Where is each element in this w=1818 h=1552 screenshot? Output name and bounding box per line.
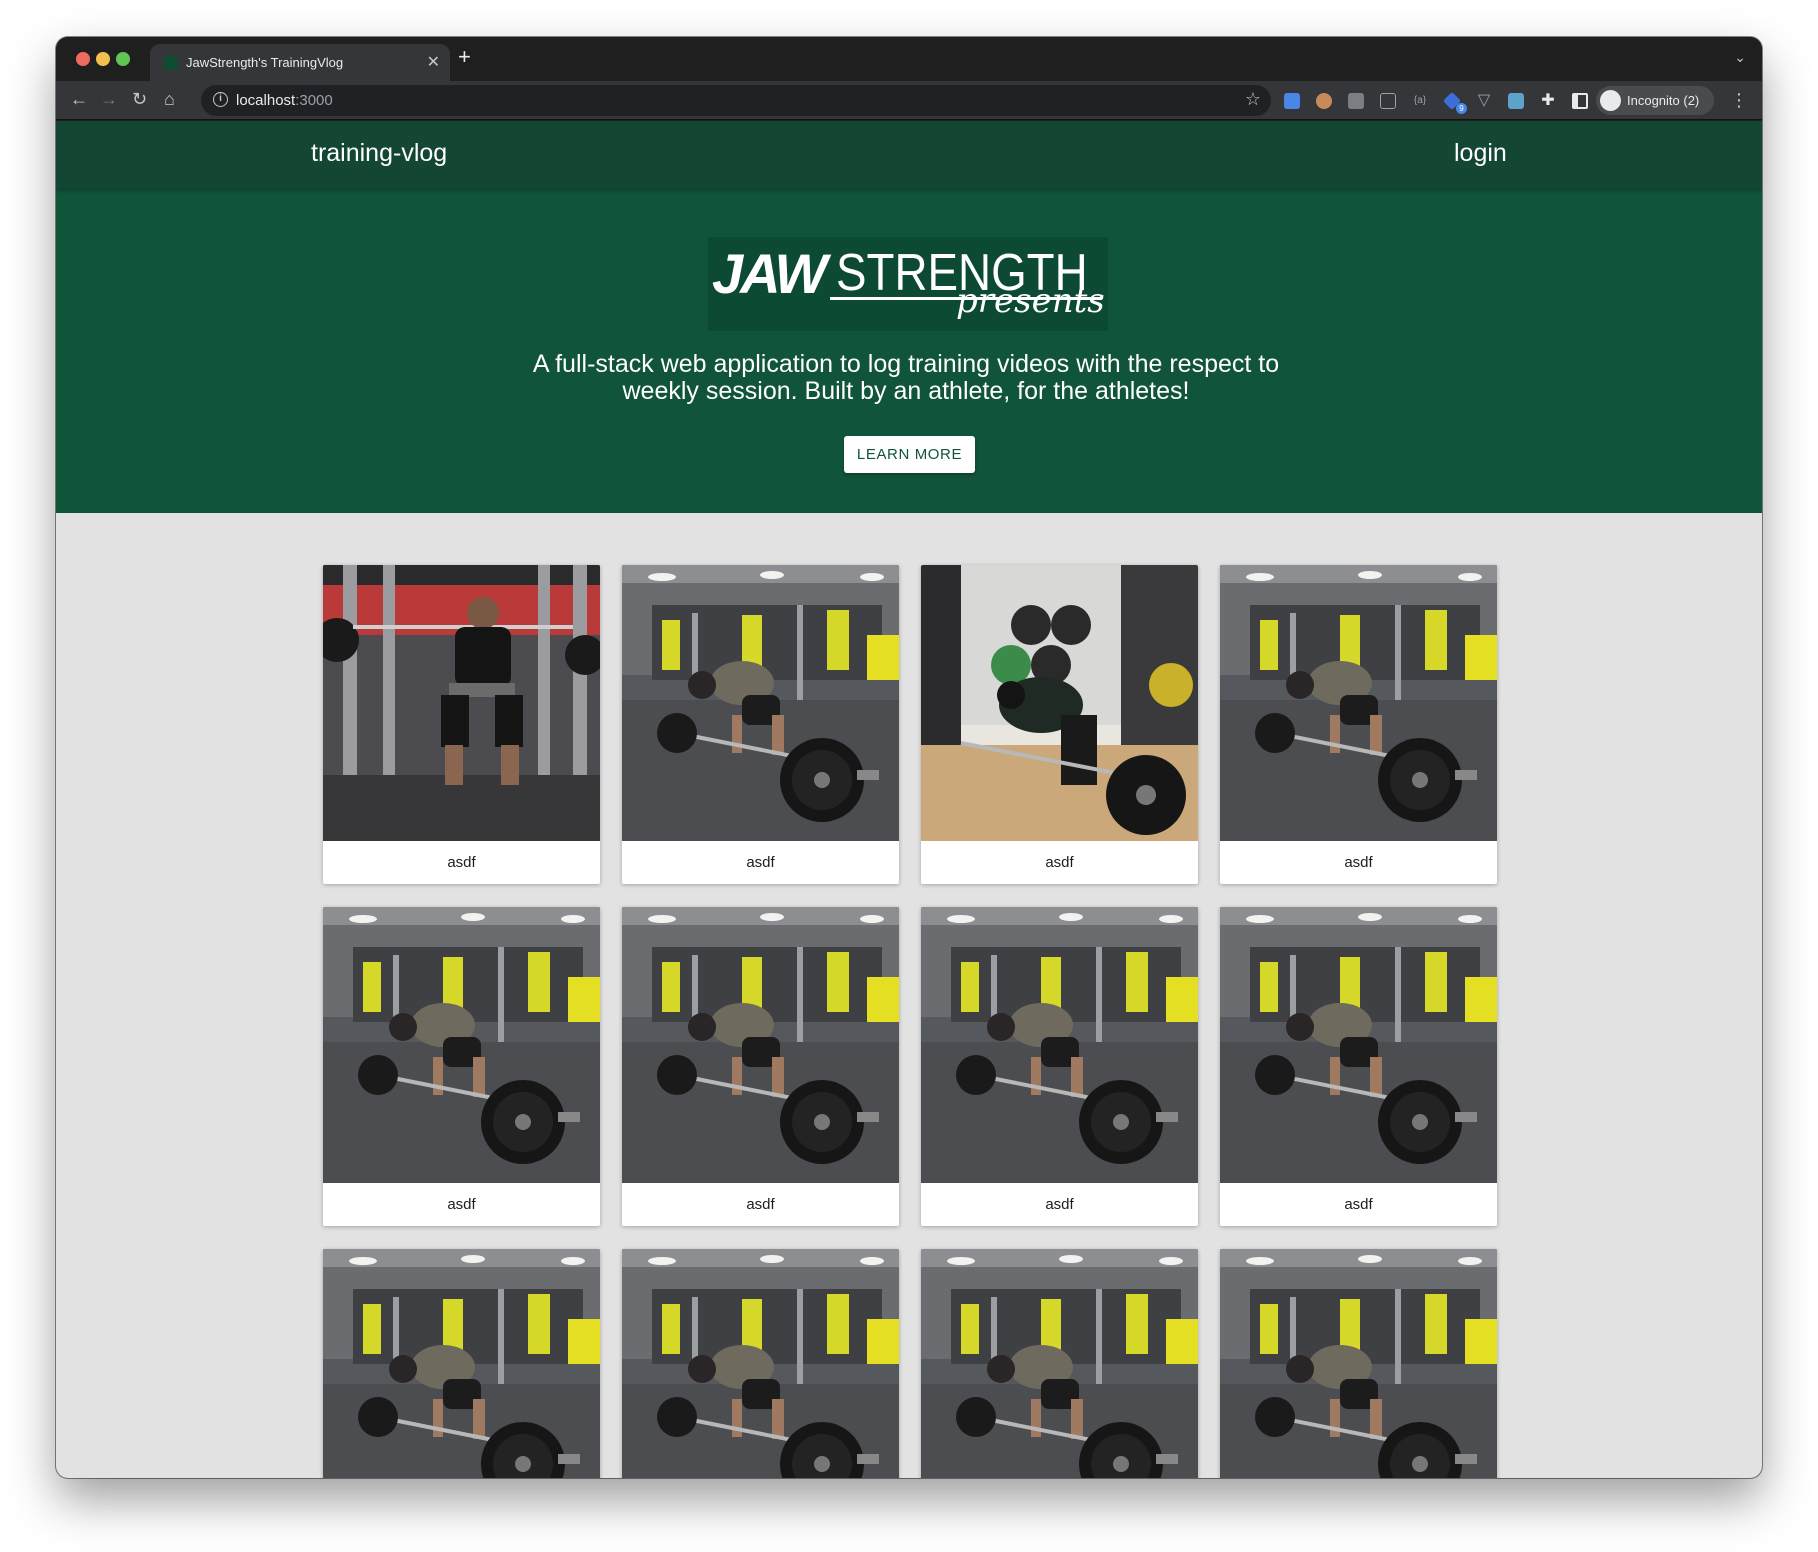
bookmark-star-icon[interactable]: ☆ [1245,89,1261,110]
video-card[interactable]: asdf [1220,907,1497,1226]
video-thumbnail[interactable] [323,1249,600,1478]
url-text: localhost:3000 [236,92,333,109]
close-window-button[interactable] [76,52,90,66]
brand-link[interactable]: training-vlog [311,139,447,168]
video-card[interactable]: asdf [622,565,899,884]
profile-label: Incognito (2) [1627,93,1700,108]
tab-title: JawStrength's TrainingVlog [186,55,344,70]
browser-menu-icon[interactable]: ⋮ [1730,90,1748,110]
learn-more-button[interactable]: LEARN MORE [844,436,975,473]
video-card[interactable]: asdf [323,565,600,884]
extension-vue-icon[interactable]: ▽ [1476,93,1492,109]
video-thumbnail[interactable] [1220,565,1497,841]
video-title: asdf [1045,854,1074,871]
video-title: asdf [1045,1196,1074,1213]
video-title: asdf [447,1196,476,1213]
video-thumbnail[interactable] [622,1249,899,1478]
browser-tab[interactable]: JawStrength's TrainingVlog ✕ [150,44,450,81]
video-thumbnail[interactable] [323,565,600,841]
video-card[interactable]: asdf [921,565,1198,884]
video-title: asdf [746,854,775,871]
side-panel-icon[interactable] [1572,93,1588,109]
video-card[interactable]: asdf [323,907,600,1226]
browser-window: JawStrength's TrainingVlog ✕ + ⌄ ← → ↻ ⌂… [56,37,1762,1478]
app-bar: training-vlog login [56,121,1762,188]
extension-ublock-icon[interactable] [1348,93,1364,109]
hero-tagline: A full-stack web application to log trai… [456,351,1356,405]
tagline-line-1: A full-stack web application to log trai… [532,350,1280,378]
video-title: asdf [746,1196,775,1213]
video-card[interactable]: asdf [622,907,899,1226]
extension-bracket-icon[interactable]: {a} [1412,93,1428,109]
extension-fi-icon[interactable] [1508,93,1524,109]
title-bar: JawStrength's TrainingVlog ✕ + ⌄ [56,37,1762,81]
video-card[interactable]: asdf [921,907,1198,1226]
site-info-icon[interactable]: i [213,92,228,107]
extension-cb-icon[interactable] [1380,93,1396,109]
video-card[interactable]: asdf [1220,565,1497,884]
extensions-puzzle-icon[interactable]: ✚ [1540,93,1556,109]
incognito-icon [1600,90,1621,111]
login-link[interactable]: login [1454,139,1507,168]
video-thumbnail[interactable] [1220,907,1497,1183]
web-page: training-vlog login JAW STRENGTH present… [56,121,1762,1478]
forward-icon[interactable]: → [100,89,118,109]
back-icon[interactable]: ← [70,89,88,109]
video-thumbnail[interactable] [1220,1249,1497,1478]
incognito-profile-button[interactable]: Incognito (2) [1596,86,1714,115]
home-icon[interactable]: ⌂ [164,89,175,109]
extension-badge: 9 [1456,103,1467,114]
video-thumbnail[interactable] [921,1249,1198,1478]
video-card[interactable] [622,1249,899,1478]
logo-presents-text: presents [956,281,1105,321]
jawstrength-logo: JAW STRENGTH presents [708,237,1108,331]
logo-jaw-text: JAW [712,242,827,305]
video-title: asdf [1344,1196,1373,1213]
reload-icon[interactable]: ↻ [132,89,147,109]
video-thumbnail[interactable] [622,907,899,1183]
minimize-window-button[interactable] [96,52,110,66]
address-bar[interactable]: i localhost:3000 ☆ [201,85,1271,116]
video-thumbnail[interactable] [622,565,899,841]
video-title: asdf [1344,854,1373,871]
video-card[interactable] [323,1249,600,1478]
tagline-line-2: weekly session. Built by an athlete, for… [622,377,1190,405]
close-tab-icon[interactable]: ✕ [427,52,440,72]
video-thumbnail[interactable] [921,565,1198,841]
browser-toolbar: ← → ↻ ⌂ i localhost:3000 ☆ {a} 9 ▽ ✚ Inc… [56,81,1762,120]
extension-shield-icon[interactable] [1284,93,1300,109]
extension-face-icon[interactable] [1316,93,1332,109]
tab-search-icon[interactable]: ⌄ [1734,49,1746,66]
favicon-icon [164,56,178,70]
maximize-window-button[interactable] [116,52,130,66]
video-card[interactable] [1220,1249,1497,1478]
video-title: asdf [447,854,476,871]
video-card[interactable] [921,1249,1198,1478]
new-tab-icon[interactable]: + [458,46,471,68]
hero-section: JAW STRENGTH presents A full-stack web a… [56,188,1762,513]
video-thumbnail[interactable] [323,907,600,1183]
video-thumbnail[interactable] [921,907,1198,1183]
